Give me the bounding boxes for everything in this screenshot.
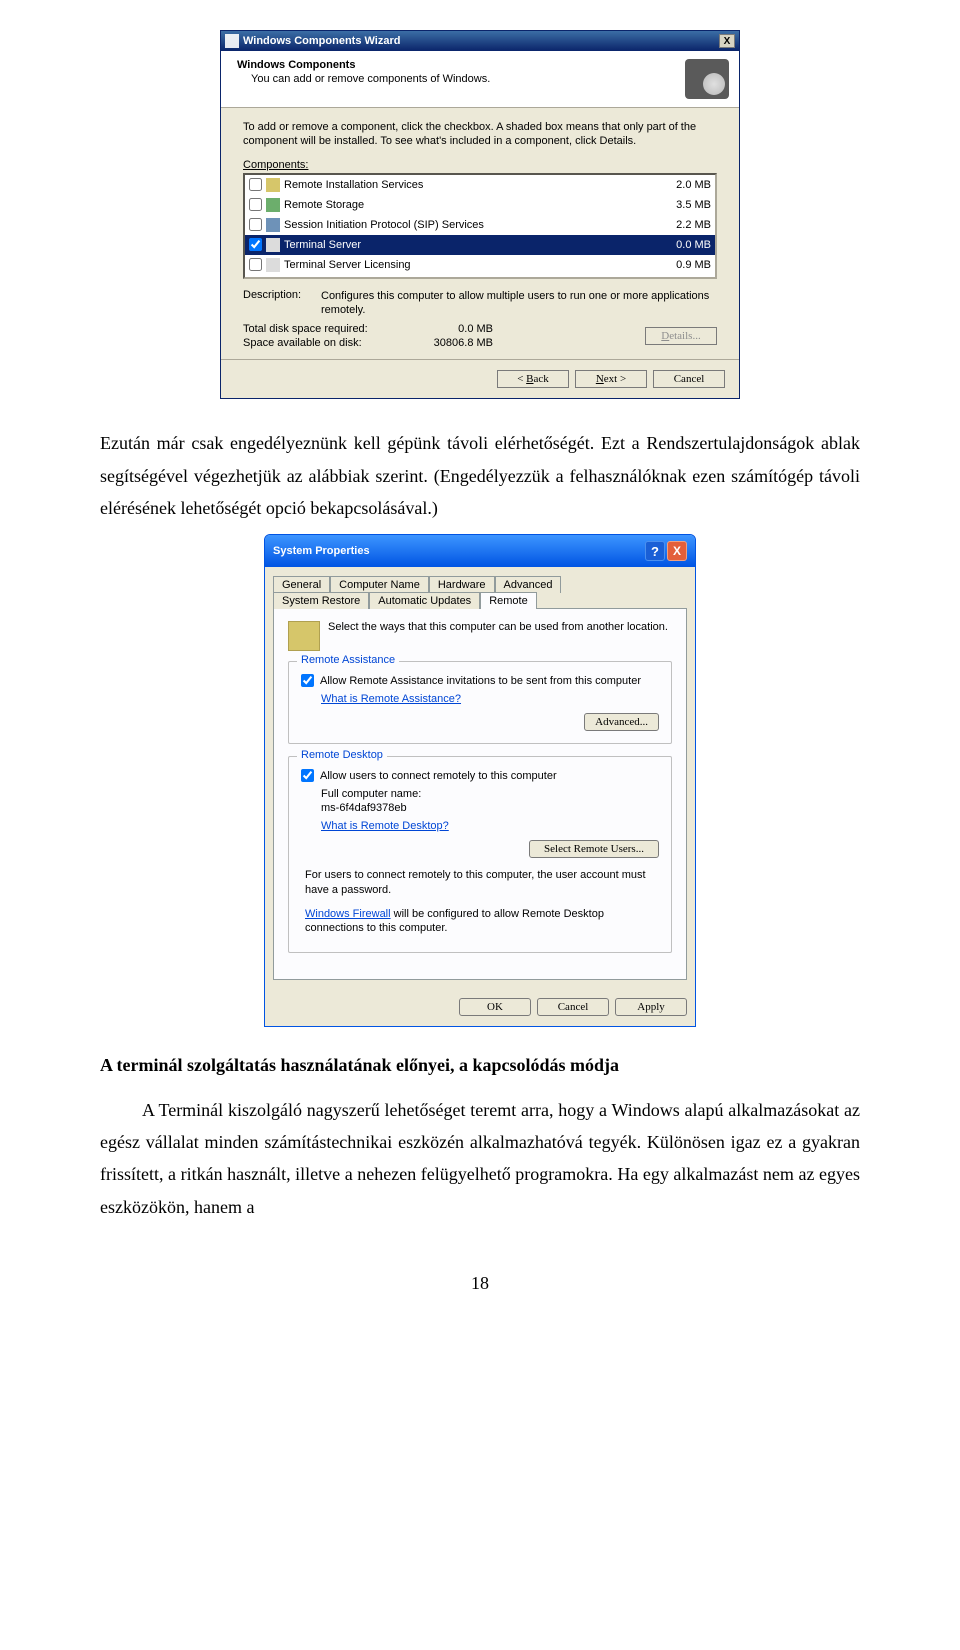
remote-assistance-advanced-button[interactable]: Advanced... (584, 713, 659, 731)
component-size: 2.2 MB (651, 219, 711, 231)
component-icon (266, 238, 280, 252)
component-row-selected[interactable]: Terminal Server 0.0 MB (245, 235, 715, 255)
what-is-remote-desktop-link[interactable]: What is Remote Desktop? (321, 820, 449, 832)
back-button[interactable]: < Back (497, 370, 569, 388)
components-wizard-dialog: Windows Components Wizard X Windows Comp… (220, 30, 740, 399)
allow-remote-desktop-label: Allow users to connect remotely to this … (320, 770, 557, 782)
disk-available-label: Space available on disk: (243, 337, 413, 349)
disk-required-value: 0.0 MB (413, 323, 493, 335)
wizard-header: Windows Components You can add or remove… (221, 51, 739, 108)
component-name: Session Initiation Protocol (SIP) Servic… (284, 219, 647, 231)
paragraph-2: A Terminál kiszolgáló nagyszerű lehetősé… (100, 1094, 860, 1224)
tab-general[interactable]: General (273, 576, 330, 593)
apply-button[interactable]: Apply (615, 998, 687, 1016)
full-computer-name-value: ms-6f4daf9378eb (321, 802, 659, 814)
component-checkbox[interactable] (249, 218, 262, 231)
component-row[interactable]: Remote Storage 3.5 MB (245, 195, 715, 215)
remote-desktop-title: Remote Desktop (297, 749, 387, 761)
component-name: Remote Storage (284, 199, 647, 211)
next-button[interactable]: Next > (575, 370, 647, 388)
remote-assistance-title: Remote Assistance (297, 654, 399, 666)
component-checkbox[interactable] (249, 178, 262, 191)
tab-advanced[interactable]: Advanced (495, 576, 562, 593)
remote-desktop-firewall-note: Windows Firewall will be configured to a… (305, 907, 655, 936)
help-icon: ? (651, 544, 659, 559)
component-row[interactable]: Session Initiation Protocol (SIP) Servic… (245, 215, 715, 235)
page-number: 18 (100, 1273, 860, 1294)
wizard-header-title: Windows Components (237, 59, 490, 71)
tab-remote[interactable]: Remote (480, 592, 537, 609)
tabstrip-row2: System Restore Automatic Updates Remote (273, 591, 687, 608)
wizard-header-icon (685, 59, 729, 99)
component-row[interactable]: Remote Installation Services 2.0 MB (245, 175, 715, 195)
select-remote-users-button[interactable]: Select Remote Users... (529, 840, 659, 858)
ok-button[interactable]: OK (459, 998, 531, 1016)
allow-remote-desktop-checkbox[interactable] (301, 769, 314, 782)
full-computer-name-label: Full computer name: (321, 788, 659, 800)
details-button[interactable]: Details... (645, 327, 717, 345)
wizard-title-icon (225, 34, 239, 48)
tab-hardware[interactable]: Hardware (429, 576, 495, 593)
component-name: Terminal Server (284, 239, 647, 251)
description-value: Configures this computer to allow multip… (321, 289, 717, 318)
component-size: 3.5 MB (651, 199, 711, 211)
wizard-header-subtitle: You can add or remove components of Wind… (251, 73, 490, 85)
tab-computer-name[interactable]: Computer Name (330, 576, 429, 593)
tab-automatic-updates[interactable]: Automatic Updates (369, 592, 480, 609)
remote-tab-icon (288, 621, 320, 651)
component-size: 0.0 MB (651, 239, 711, 251)
component-name: Terminal Server Licensing (284, 259, 647, 271)
tabstrip-row1: General Computer Name Hardware Advanced (273, 575, 687, 592)
close-icon: X (673, 544, 681, 558)
component-size: 0.9 MB (651, 259, 711, 271)
cancel-button[interactable]: Cancel (653, 370, 725, 388)
wizard-title: Windows Components Wizard (243, 35, 400, 47)
system-properties-dialog: System Properties ? X General Computer N… (264, 534, 696, 1026)
component-checkbox[interactable] (249, 238, 262, 251)
component-icon (266, 178, 280, 192)
close-button[interactable]: X (719, 34, 735, 48)
allow-remote-assistance-checkbox[interactable] (301, 674, 314, 687)
component-name: Remote Installation Services (284, 179, 647, 191)
component-checkbox[interactable] (249, 258, 262, 271)
sysprops-title: System Properties (273, 545, 370, 557)
what-is-remote-assistance-link[interactable]: What is Remote Assistance? (321, 693, 461, 705)
component-row[interactable]: Terminal Server Licensing 0.9 MB (245, 255, 715, 275)
wizard-instructions: To add or remove a component, click the … (243, 120, 717, 149)
remote-assistance-group: Remote Assistance Allow Remote Assistanc… (288, 661, 672, 744)
help-button[interactable]: ? (645, 541, 665, 561)
windows-firewall-link[interactable]: Windows Firewall (305, 907, 391, 921)
wizard-titlebar[interactable]: Windows Components Wizard X (221, 31, 739, 51)
component-size: 2.0 MB (651, 179, 711, 191)
component-icon (266, 198, 280, 212)
remote-desktop-password-note: For users to connect remotely to this co… (305, 868, 655, 897)
components-listbox[interactable]: Remote Installation Services 2.0 MB Remo… (243, 173, 717, 279)
paragraph-1: Ezután már csak engedélyeznünk kell gépü… (100, 427, 860, 524)
close-icon: X (724, 36, 731, 47)
disk-available-value: 30806.8 MB (413, 337, 493, 349)
disk-required-label: Total disk space required: (243, 323, 413, 335)
component-icon (266, 258, 280, 272)
cancel-button[interactable]: Cancel (537, 998, 609, 1016)
components-label: Components: (243, 159, 308, 171)
tab-system-restore[interactable]: System Restore (273, 592, 369, 609)
close-button[interactable]: X (667, 541, 687, 561)
remote-tab-lead: Select the ways that this computer can b… (328, 621, 668, 633)
tab-content-remote: Select the ways that this computer can b… (273, 608, 687, 979)
remote-desktop-group: Remote Desktop Allow users to connect re… (288, 756, 672, 952)
component-checkbox[interactable] (249, 198, 262, 211)
allow-remote-assistance-label: Allow Remote Assistance invitations to b… (320, 675, 641, 687)
description-label: Description: (243, 289, 321, 318)
section-heading: A terminál szolgáltatás használatának el… (100, 1055, 860, 1076)
component-icon (266, 218, 280, 232)
sysprops-titlebar[interactable]: System Properties ? X (265, 535, 695, 567)
